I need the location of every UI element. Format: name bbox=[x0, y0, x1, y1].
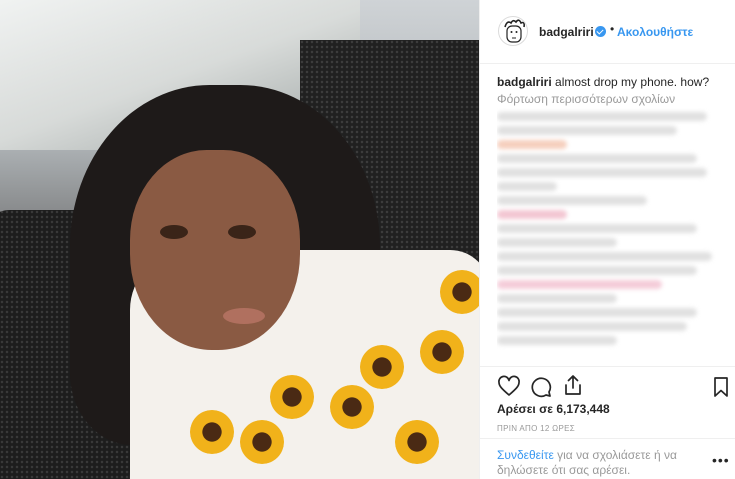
profile-avatar[interactable] bbox=[498, 16, 528, 46]
header-username[interactable]: badgalriri bbox=[539, 25, 594, 39]
photo-sunflower bbox=[330, 385, 374, 429]
caption-text: almost drop my phone. how? bbox=[555, 75, 710, 89]
photo-sunflower bbox=[395, 420, 439, 464]
more-options-icon[interactable]: ••• bbox=[712, 453, 730, 467]
likes-count[interactable]: Αρέσει σε 6,173,448 bbox=[497, 402, 610, 416]
load-more-comments-link[interactable]: Φόρτωση περισσότερων σχολίων bbox=[497, 92, 675, 106]
photo-sunflower bbox=[440, 270, 479, 314]
photo-lips bbox=[223, 308, 265, 324]
like-heart-icon[interactable] bbox=[497, 375, 521, 399]
post-sidebar: badgalriri • Ακολουθήστε badgalriri almo… bbox=[479, 0, 735, 479]
photo-eye-left bbox=[160, 225, 188, 239]
photo-sunflower bbox=[270, 375, 314, 419]
share-icon[interactable] bbox=[561, 373, 585, 397]
post-header: badgalriri • Ακολουθήστε bbox=[480, 0, 735, 64]
login-prompt-text: Συνδεθείτε για να σχολιάσετε ή να δηλώσε… bbox=[497, 448, 697, 478]
photo-sunflower bbox=[190, 410, 234, 454]
header-separator: • bbox=[610, 22, 615, 36]
login-prompt: Συνδεθείτε για να σχολιάσετε ή να δηλώσε… bbox=[480, 438, 735, 479]
comment-bubble-icon[interactable] bbox=[529, 375, 553, 399]
photo-face bbox=[130, 150, 300, 350]
photo-sunflower bbox=[360, 345, 404, 389]
photo-sunflower bbox=[420, 330, 464, 374]
photo-eye-right bbox=[228, 225, 256, 239]
save-bookmark-icon[interactable] bbox=[709, 375, 733, 399]
post-actions-bar bbox=[480, 366, 735, 402]
comments-list-blurred bbox=[497, 108, 725, 360]
post-photo[interactable] bbox=[0, 0, 479, 479]
login-link[interactable]: Συνδεθείτε bbox=[497, 448, 554, 462]
verified-badge-icon bbox=[595, 26, 606, 37]
photo-sunflower bbox=[240, 420, 284, 464]
follow-button[interactable]: Ακολουθήστε bbox=[617, 25, 693, 39]
caption-username[interactable]: badgalriri bbox=[497, 75, 552, 89]
post-caption: badgalriri almost drop my phone. how? bbox=[497, 75, 722, 90]
post-timestamp[interactable]: ΠΡΙΝ ΑΠΟ 12 ΩΡΕΣ bbox=[497, 424, 575, 433]
